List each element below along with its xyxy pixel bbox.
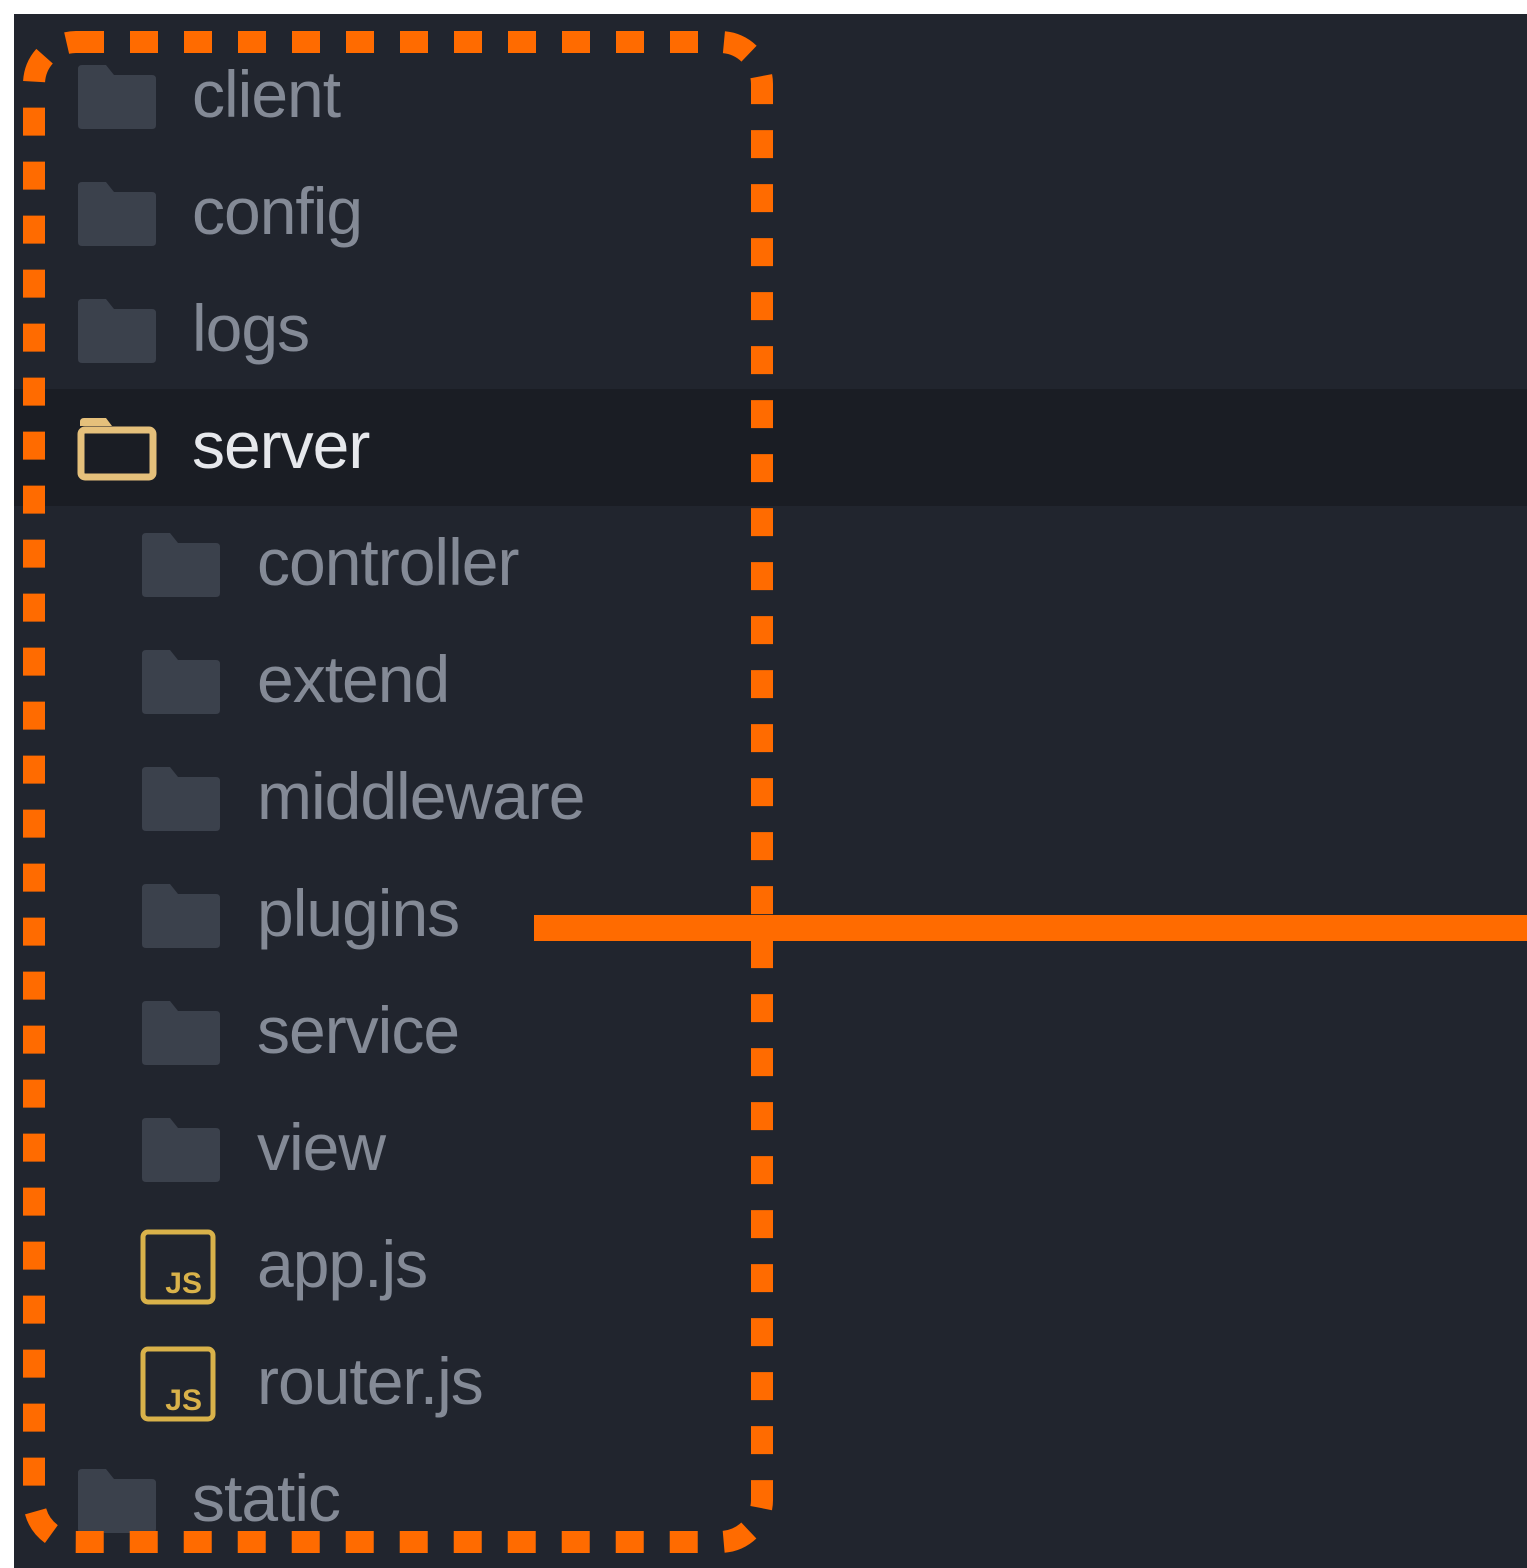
file-tree-item[interactable]: server [14, 389, 1527, 506]
file-tree-item[interactable]: client [14, 38, 1527, 155]
file-tree-item[interactable]: logs [14, 272, 1527, 389]
folder-open-icon [77, 417, 157, 480]
file-tree-item-label: logs [192, 290, 310, 365]
file-tree-item-label: service [257, 992, 460, 1067]
svg-text:JS: JS [165, 1384, 202, 1417]
file-tree-item-label: config [192, 173, 363, 248]
file-tree-item[interactable]: config [14, 155, 1527, 272]
file-tree-item[interactable]: middleware [14, 740, 1527, 857]
file-tree-item-label: plugins [257, 875, 460, 950]
svg-text:JS: JS [165, 1267, 202, 1300]
folder-icon [142, 883, 220, 948]
folder-icon [142, 649, 220, 714]
folder-icon [142, 532, 220, 597]
file-tree-item-label: app.js [257, 1226, 428, 1301]
folder-icon [78, 181, 156, 246]
file-tree-item-label: view [257, 1109, 386, 1184]
file-tree-item[interactable]: plugins [14, 857, 1527, 974]
file-tree-item-label: static [192, 1460, 341, 1535]
file-tree-item-label: extend [257, 641, 450, 716]
file-tree-item-label: controller [257, 524, 519, 599]
folder-icon [142, 766, 220, 831]
file-tree-item[interactable]: static [14, 1442, 1527, 1559]
folder-icon [78, 298, 156, 363]
file-tree-item-label: client [192, 56, 341, 131]
folder-icon [78, 64, 156, 129]
folder-icon [78, 1468, 156, 1533]
js-file-icon: JS [140, 1346, 216, 1421]
js-file-icon: JS [140, 1229, 216, 1304]
file-tree-item[interactable]: service [14, 974, 1527, 1091]
file-explorer-panel: client config logs server controller extend mi… [14, 14, 1527, 1568]
file-tree-item[interactable]: view [14, 1091, 1527, 1208]
file-tree-item-label: router.js [257, 1343, 484, 1418]
file-tree-item[interactable]: JS router.js [14, 1325, 1527, 1442]
file-tree-item[interactable]: JS app.js [14, 1208, 1527, 1325]
file-tree-item[interactable]: controller [14, 506, 1527, 623]
file-tree-item-label: server [192, 407, 370, 482]
file-tree-item-label: middleware [257, 758, 585, 833]
folder-icon [142, 1000, 220, 1065]
file-tree-item[interactable]: extend [14, 623, 1527, 740]
folder-icon [142, 1117, 220, 1182]
